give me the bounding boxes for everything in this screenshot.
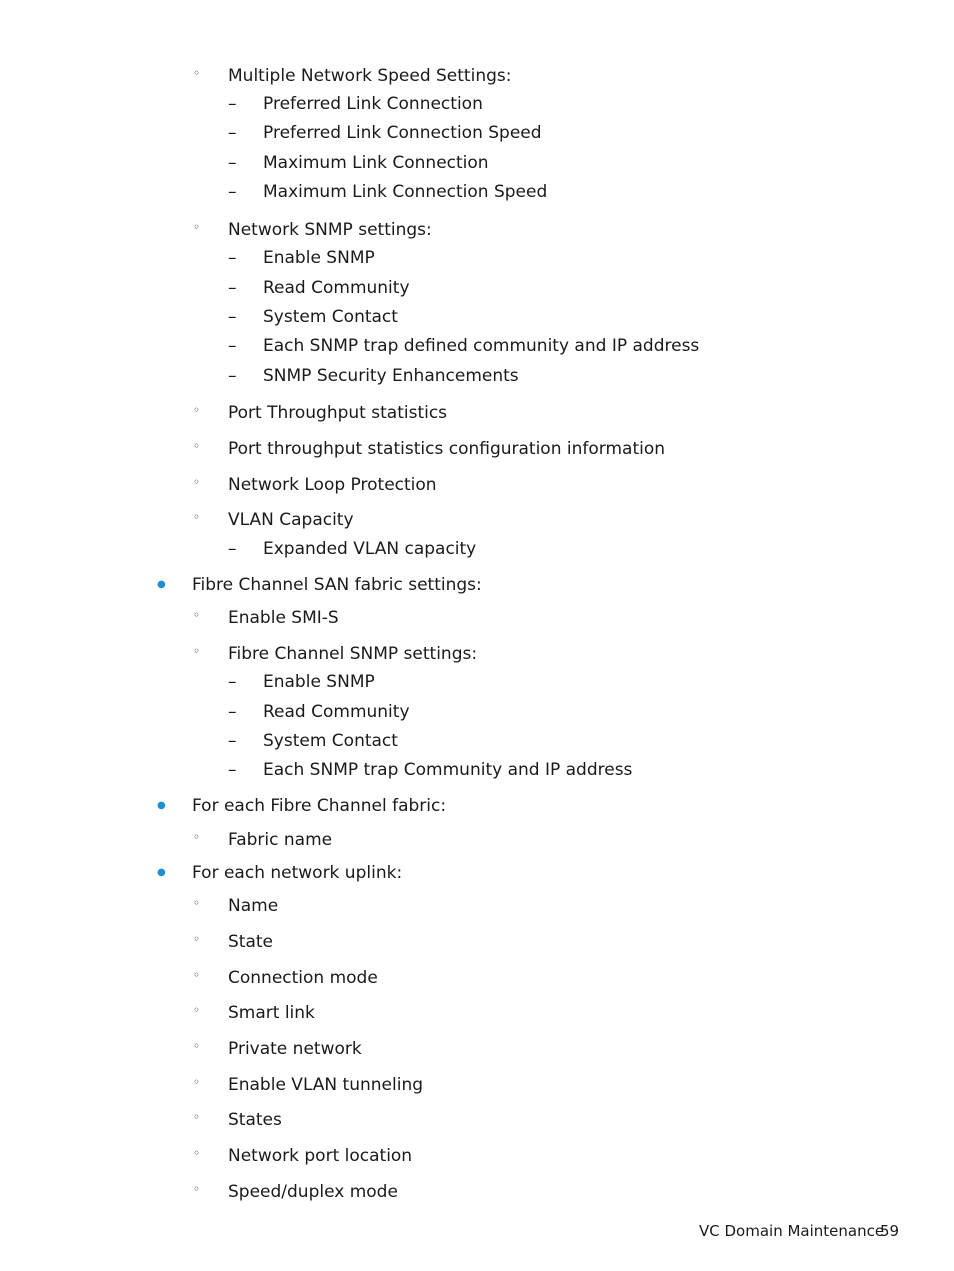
dash-bullet-icon: – <box>228 182 237 202</box>
list-item-text: System Contact <box>263 731 398 751</box>
list-item-text: Enable SNMP <box>263 672 375 692</box>
list-item-text: Enable VLAN tunneling <box>228 1075 424 1095</box>
bullet-icon: ● <box>157 800 166 811</box>
dash-bullet-icon: – <box>228 672 237 692</box>
list-item-text: Port Throughput statistics <box>228 403 448 423</box>
list-item-text: Fibre Channel SNMP settings: <box>228 644 478 664</box>
list-item-text: Maximum Link Connection <box>263 153 489 173</box>
circle-bullet-icon: ◦ <box>193 932 201 946</box>
page-number: 59 <box>880 1222 900 1240</box>
list-item-text: VLAN Capacity <box>228 510 354 530</box>
circle-bullet-icon: ◦ <box>193 1146 201 1160</box>
circle-bullet-icon: ◦ <box>193 644 201 658</box>
list-item-text: Network port location <box>228 1146 413 1166</box>
list-item-text: Port throughput statistics configuration… <box>228 439 666 459</box>
circle-bullet-icon: ◦ <box>193 968 201 982</box>
circle-bullet-icon: ◦ <box>193 830 201 844</box>
list-item-text: Each SNMP trap Community and IP address <box>263 760 633 780</box>
list-item-text: State <box>228 932 273 952</box>
circle-bullet-icon: ◦ <box>193 1039 201 1053</box>
list-item-text: For each Fibre Channel fabric: <box>192 796 447 816</box>
dash-bullet-icon: – <box>228 336 237 356</box>
list-item-text: Fabric name <box>228 830 333 850</box>
list-item-text: Fibre Channel SAN fabric settings: <box>192 575 482 595</box>
list-item-text: Each SNMP trap defined community and IP … <box>263 336 700 356</box>
dash-bullet-icon: – <box>228 278 237 298</box>
list-item-text: Private network <box>228 1039 362 1059</box>
circle-bullet-icon: ◦ <box>193 1110 201 1124</box>
footer-section-title: VC Domain Maintenance <box>699 1222 885 1240</box>
list-item-text: For each network uplink: <box>192 863 403 883</box>
list-item-text: Read Community <box>263 702 410 722</box>
circle-bullet-icon: ◦ <box>193 66 201 80</box>
dash-bullet-icon: – <box>228 366 237 386</box>
circle-bullet-icon: ◦ <box>193 896 201 910</box>
list-item-text: Maximum Link Connection Speed <box>263 182 548 202</box>
list-item-text: Speed/duplex mode <box>228 1182 398 1202</box>
list-item-text: Name <box>228 896 279 916</box>
circle-bullet-icon: ◦ <box>193 475 201 489</box>
dash-bullet-icon: – <box>228 123 237 143</box>
bullet-icon: ● <box>157 579 166 590</box>
list-item-text: Network SNMP settings: <box>228 220 432 240</box>
list-item-text: Expanded VLAN capacity <box>263 539 477 559</box>
list-item-text: Enable SNMP <box>263 248 375 268</box>
circle-bullet-icon: ◦ <box>193 1075 201 1089</box>
dash-bullet-icon: – <box>228 702 237 722</box>
list-item-text: SNMP Security Enhancements <box>263 366 519 386</box>
list-item-text: Network Loop Protection <box>228 475 437 495</box>
dash-bullet-icon: – <box>228 760 237 780</box>
dash-bullet-icon: – <box>228 731 237 751</box>
circle-bullet-icon: ◦ <box>193 510 201 524</box>
list-item-text: System Contact <box>263 307 398 327</box>
list-item-text: States <box>228 1110 282 1130</box>
list-item-text: Multiple Network Speed Settings: <box>228 66 512 86</box>
list-item-text: Preferred Link Connection <box>263 94 483 114</box>
list-item-text: Smart link <box>228 1003 315 1023</box>
circle-bullet-icon: ◦ <box>193 220 201 234</box>
dash-bullet-icon: – <box>228 248 237 268</box>
dash-bullet-icon: – <box>228 153 237 173</box>
circle-bullet-icon: ◦ <box>193 439 201 453</box>
circle-bullet-icon: ◦ <box>193 1003 201 1017</box>
list-item-text: Connection mode <box>228 968 378 988</box>
bullet-icon: ● <box>157 867 166 878</box>
list-item-text: Preferred Link Connection Speed <box>263 123 542 143</box>
circle-bullet-icon: ◦ <box>193 1182 201 1196</box>
circle-bullet-icon: ◦ <box>193 403 201 417</box>
dash-bullet-icon: – <box>228 539 237 559</box>
dash-bullet-icon: – <box>228 307 237 327</box>
list-item-text: Read Community <box>263 278 410 298</box>
dash-bullet-icon: – <box>228 94 237 114</box>
list-item-text: Enable SMI-S <box>228 608 339 628</box>
circle-bullet-icon: ◦ <box>193 608 201 622</box>
